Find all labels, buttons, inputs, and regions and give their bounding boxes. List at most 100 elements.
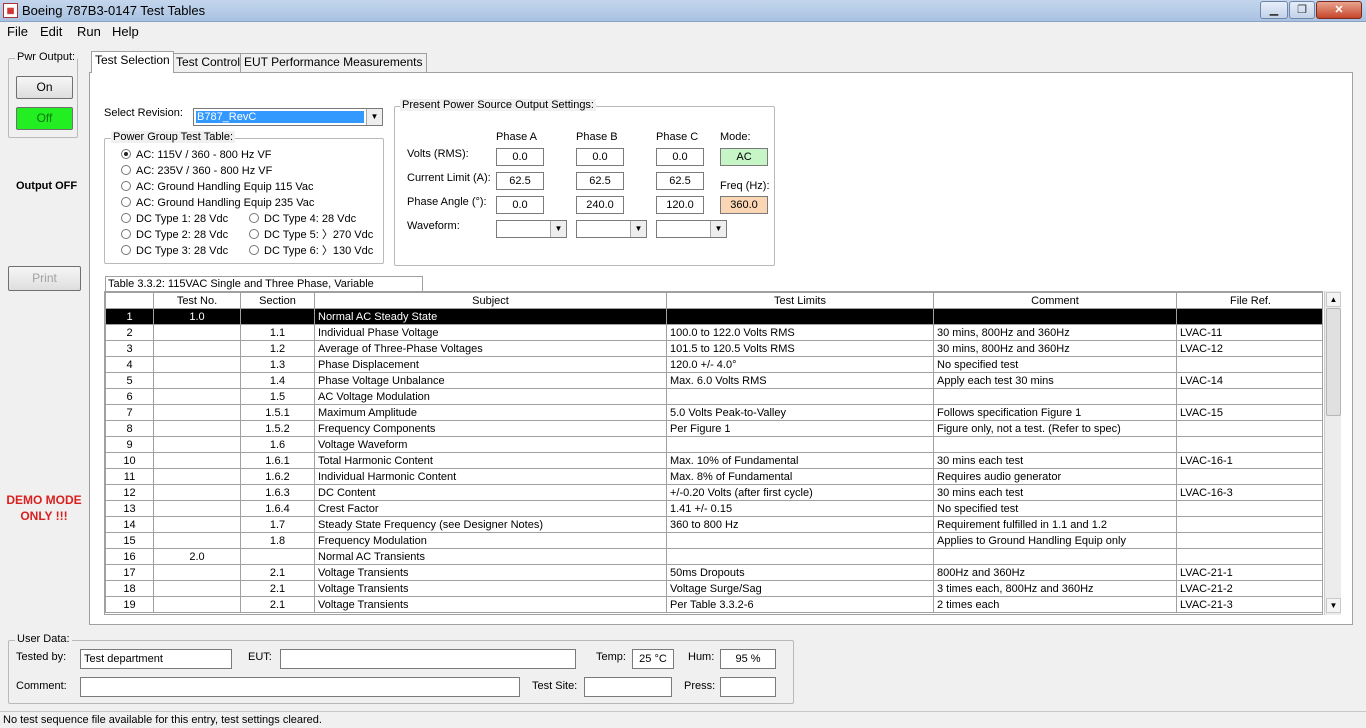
angle-phase-c[interactable]: 120.0	[656, 196, 704, 214]
volts-phase-b[interactable]: 0.0	[576, 148, 624, 166]
radio-ac-gh-115[interactable]: AC: Ground Handling Equip 115 Vac	[121, 179, 381, 195]
row-number: 19	[105, 596, 154, 613]
table-row[interactable]: 2 1.1 Individual Phase Voltage 100.0 to 122…	[105, 324, 1322, 341]
table-row[interactable]: 9 1.6 Voltage Waveform	[105, 436, 1322, 453]
volts-phase-c[interactable]: 0.0	[656, 148, 704, 166]
press-input[interactable]	[720, 677, 776, 697]
col-subject[interactable]: Subject	[314, 292, 667, 309]
waveform-select-a[interactable]: ▼	[496, 220, 567, 238]
status-text: No test sequence file available for this…	[3, 714, 322, 726]
table-row[interactable]: 6 1.5 AC Voltage Modulation	[105, 388, 1322, 405]
table-scrollbar[interactable]: ▲ ▼	[1324, 291, 1341, 615]
table-row[interactable]: 1 1.0 Normal AC Steady State	[105, 308, 1322, 325]
current-phase-c[interactable]: 62.5	[656, 172, 704, 190]
table-row[interactable]: 12 1.6.3 DC Content +/-0.20 Volts (after fi…	[105, 484, 1322, 501]
menu-edit[interactable]: Edit	[40, 24, 62, 39]
test-no-cell	[153, 356, 241, 373]
radio-ac-115[interactable]: AC: 115V / 360 - 800 Hz VF	[121, 147, 381, 163]
test-limits-cell	[666, 436, 934, 453]
table-row[interactable]: 18 2.1 Voltage Transients Voltage Surge/Sag…	[105, 580, 1322, 597]
angle-phase-b[interactable]: 240.0	[576, 196, 624, 214]
revision-select[interactable]: B787_RevC ▼	[193, 108, 383, 126]
power-off-button[interactable]: Off	[16, 107, 73, 130]
table-row[interactable]: 15 1.8 Frequency Modulation Applies to Grou…	[105, 532, 1322, 549]
eut-input[interactable]	[280, 649, 576, 669]
test-limits-cell: 101.5 to 120.5 Volts RMS	[666, 340, 934, 357]
waveform-select-c[interactable]: ▼	[656, 220, 727, 238]
radio-dc-1[interactable]: DC Type 1: 28 Vdc	[121, 211, 249, 227]
close-button[interactable]: ✕	[1316, 1, 1362, 19]
radio-dc-2[interactable]: DC Type 2: 28 Vdc	[121, 227, 249, 243]
section-cell: 1.6.3	[240, 484, 315, 501]
comment-input[interactable]	[80, 677, 520, 697]
scroll-down-icon[interactable]: ▼	[1326, 598, 1341, 613]
table-row[interactable]: 10 1.6.1 Total Harmonic Content Max. 10% of…	[105, 452, 1322, 469]
menu-run[interactable]: Run	[77, 24, 101, 39]
table-row[interactable]: 7 1.5.1 Maximum Amplitude 5.0 Volts Peak-to…	[105, 404, 1322, 421]
temp-input[interactable]: 25 °C	[632, 649, 674, 669]
phase-a-header: Phase A	[496, 131, 537, 143]
table-row[interactable]: 4 1.3 Phase Displacement 120.0 +/- 4.0° No s…	[105, 356, 1322, 373]
chevron-down-icon: ▼	[366, 109, 382, 125]
freq-value[interactable]: 360.0	[720, 196, 768, 214]
table-row[interactable]: 19 2.1 Voltage Transients Per Table 3.3.2-6…	[105, 596, 1322, 613]
col-test-no[interactable]: Test No.	[153, 292, 241, 309]
subject-cell: Phase Voltage Unbalance	[314, 372, 667, 389]
table-caption: Table 3.3.2: 115VAC Single and Three Pha…	[105, 276, 423, 305]
chevron-down-icon: ▼	[710, 221, 726, 237]
test-site-input[interactable]	[584, 677, 672, 697]
col-test-limits[interactable]: Test Limits	[666, 292, 934, 309]
table-row[interactable]: 16 2.0 Normal AC Transients	[105, 548, 1322, 565]
menu-file[interactable]: File	[7, 24, 28, 39]
test-limits-cell: 5.0 Volts Peak-to-Valley	[666, 404, 934, 421]
power-on-button[interactable]: On	[16, 76, 73, 99]
section-cell: 1.6	[240, 436, 315, 453]
file-ref-cell: LVAC-16-1	[1176, 452, 1322, 469]
subject-cell: Crest Factor	[314, 500, 667, 517]
table-row[interactable]: 8 1.5.2 Frequency Components Per Figure 1 Fi…	[105, 420, 1322, 437]
col-section[interactable]: Section	[240, 292, 315, 309]
volts-phase-a[interactable]: 0.0	[496, 148, 544, 166]
current-label: Current Limit (A):	[407, 172, 491, 184]
radio-dc-4[interactable]: DC Type 4: 28 Vdc	[249, 211, 381, 227]
radio-dc-5[interactable]: DC Type 5: 〉270 Vdc	[249, 227, 381, 243]
table-row[interactable]: 14 1.7 Steady State Frequency (see Designe…	[105, 516, 1322, 533]
tab-test-selection[interactable]: Test Selection	[91, 51, 174, 73]
radio-ac-gh-235[interactable]: AC: Ground Handling Equip 235 Vac	[121, 195, 381, 211]
tab-eut-performance[interactable]: EUT Performance Measurements	[240, 53, 427, 72]
table-row[interactable]: 3 1.2 Average of Three-Phase Voltages 101.5…	[105, 340, 1322, 357]
table-row[interactable]: 11 1.6.2 Individual Harmonic Content Max. 8…	[105, 468, 1322, 485]
tab-test-control[interactable]: Test Control	[172, 53, 245, 72]
section-cell: 1.6.2	[240, 468, 315, 485]
subject-cell: Voltage Transients	[314, 564, 667, 581]
radio-dc-6[interactable]: DC Type 6: 〉130 Vdc	[249, 243, 381, 259]
subject-cell: Voltage Waveform	[314, 436, 667, 453]
row-number: 15	[105, 532, 154, 549]
radio-ac-235[interactable]: AC: 235V / 360 - 800 Hz VF	[121, 163, 381, 179]
scroll-thumb[interactable]	[1326, 308, 1341, 416]
radio-dc-3[interactable]: DC Type 3: 28 Vdc	[121, 243, 249, 259]
col-file-ref[interactable]: File Ref.	[1176, 292, 1322, 309]
waveform-select-b[interactable]: ▼	[576, 220, 647, 238]
maximize-button[interactable]: ❐	[1289, 1, 1315, 19]
minimize-button[interactable]: ▁	[1260, 1, 1288, 19]
waveform-label: Waveform:	[407, 220, 460, 232]
table-row[interactable]: 5 1.4 Phase Voltage Unbalance Max. 6.0 Volt…	[105, 372, 1322, 389]
current-phase-b[interactable]: 62.5	[576, 172, 624, 190]
file-ref-cell	[1176, 532, 1322, 549]
section-cell: 1.2	[240, 340, 315, 357]
col-comment[interactable]: Comment	[933, 292, 1177, 309]
table-row[interactable]: 17 2.1 Voltage Transients 50ms Dropouts 800H…	[105, 564, 1322, 581]
test-no-cell	[153, 388, 241, 405]
app-icon[interactable]: ▦	[3, 3, 18, 18]
current-phase-a[interactable]: 62.5	[496, 172, 544, 190]
radio-icon	[249, 213, 259, 223]
menu-help[interactable]: Help	[112, 24, 139, 39]
tested-by-input[interactable]: Test department	[80, 649, 232, 669]
print-button[interactable]: Print	[8, 266, 81, 291]
scroll-up-icon[interactable]: ▲	[1326, 292, 1341, 307]
file-ref-cell: LVAC-21-3	[1176, 596, 1322, 613]
hum-input[interactable]: 95 %	[720, 649, 776, 669]
table-row[interactable]: 13 1.6.4 Crest Factor 1.41 +/- 0.15 No speci…	[105, 500, 1322, 517]
angle-phase-a[interactable]: 0.0	[496, 196, 544, 214]
